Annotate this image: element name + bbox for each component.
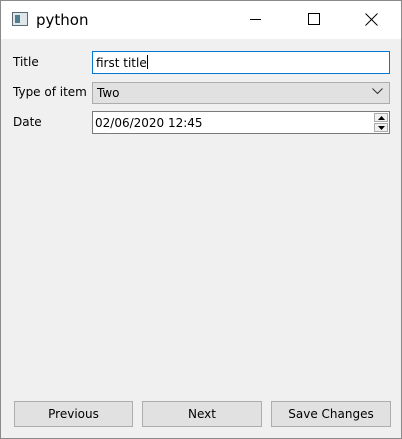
text-caret: [146, 55, 148, 69]
date-spinner[interactable]: [374, 113, 388, 132]
window-title: python: [36, 11, 89, 29]
type-of-item-value: Two: [97, 86, 120, 100]
date-value: 02/06/2020 12:45: [95, 116, 203, 130]
title-input[interactable]: first title: [92, 51, 390, 74]
maximize-icon: [308, 13, 320, 25]
next-button[interactable]: Next: [142, 401, 262, 427]
type-of-item-label: Type of item: [13, 85, 87, 99]
minimize-button[interactable]: [233, 1, 279, 39]
app-window: python Title first title Type of item Tw…: [0, 0, 402, 439]
title-input-value: first title: [96, 56, 147, 70]
spin-up-button[interactable]: [374, 113, 388, 122]
arrow-down-icon: [378, 126, 385, 130]
arrow-up-icon: [378, 116, 385, 120]
title-label: Title: [13, 55, 39, 69]
date-time-edit[interactable]: 02/06/2020 12:45: [92, 111, 390, 134]
title-bar[interactable]: python: [1, 1, 401, 39]
python-app-icon: [12, 12, 28, 26]
type-of-item-select[interactable]: Two: [92, 82, 390, 104]
chevron-down-icon: [372, 88, 383, 95]
previous-button[interactable]: Previous: [14, 401, 133, 427]
maximize-button[interactable]: [291, 1, 337, 39]
close-icon: [365, 13, 378, 26]
close-button[interactable]: [349, 1, 395, 39]
save-changes-button[interactable]: Save Changes: [271, 401, 391, 427]
date-label: Date: [13, 115, 42, 129]
spin-down-button[interactable]: [374, 123, 388, 132]
minimize-icon: [250, 19, 261, 20]
